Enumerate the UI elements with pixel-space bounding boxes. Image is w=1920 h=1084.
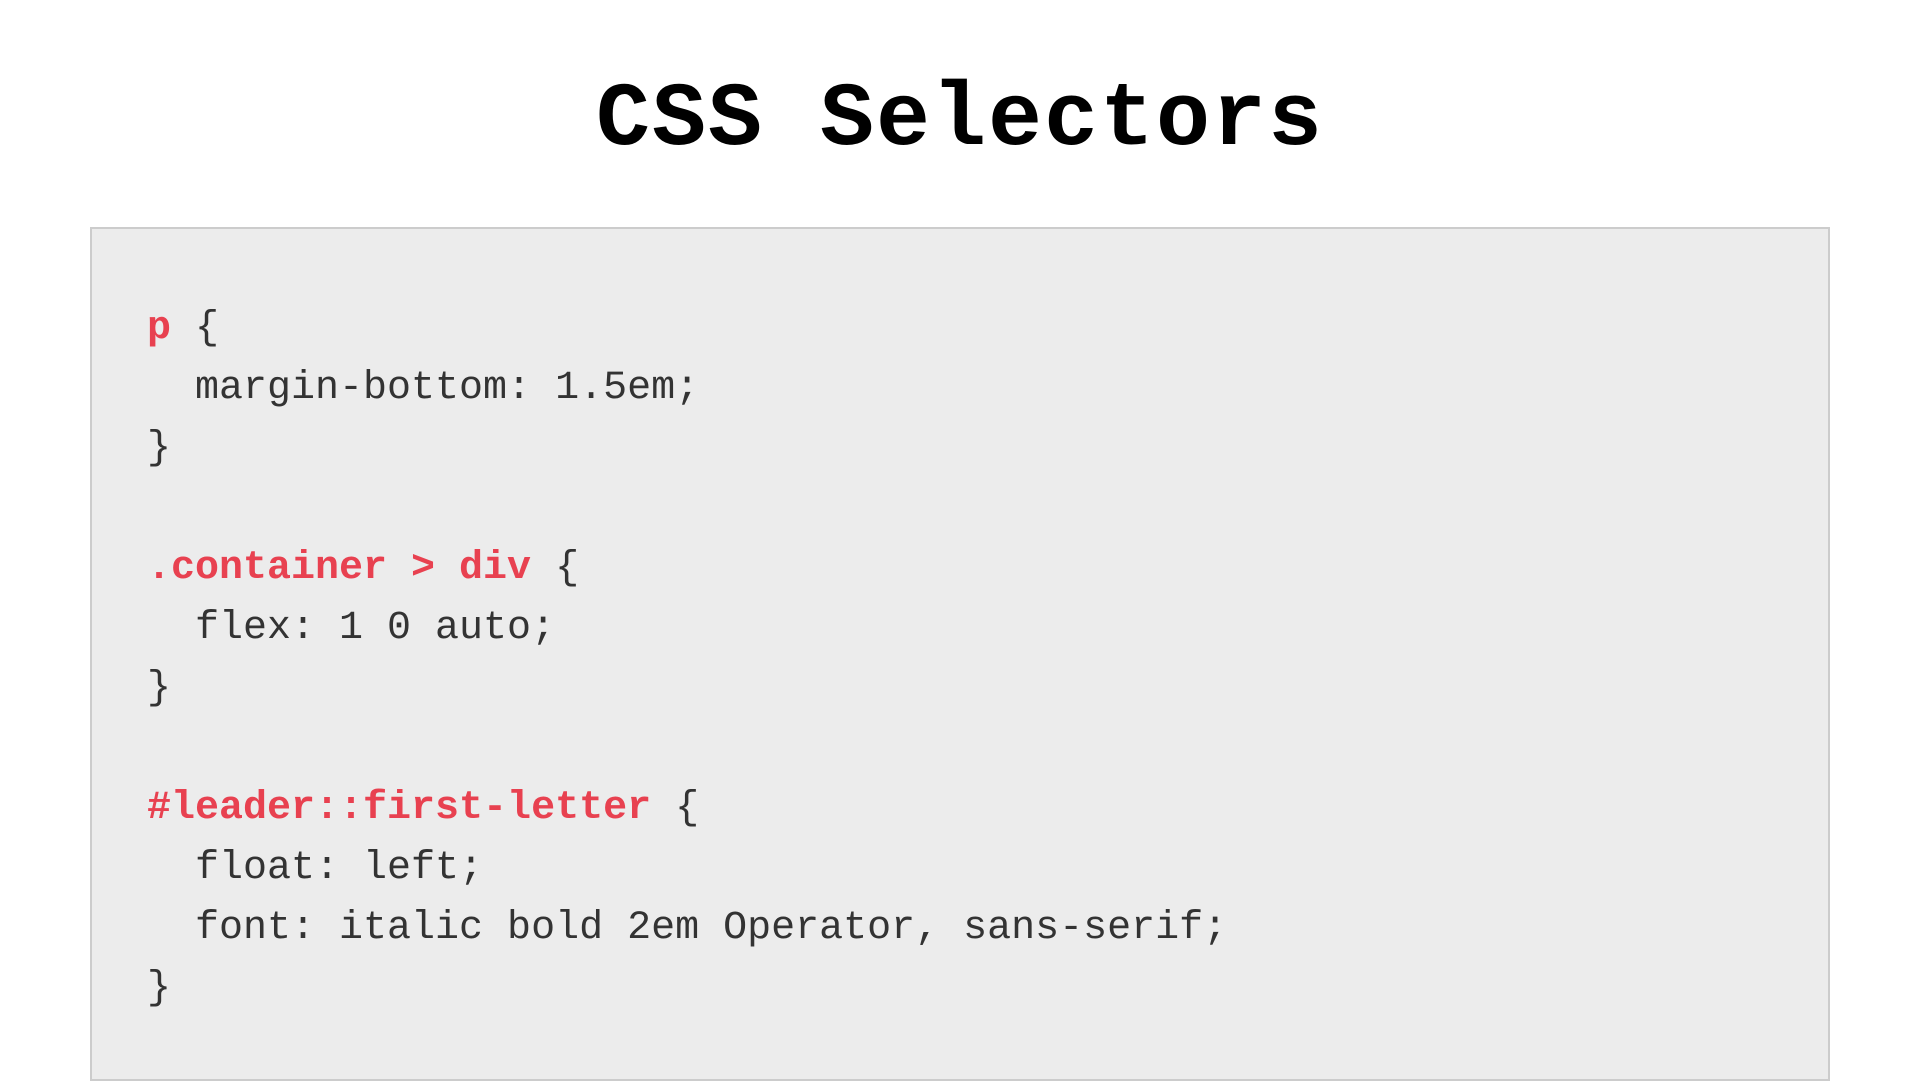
css-selector: #leader::first-letter	[147, 786, 651, 831]
css-declaration: font: italic bold 2em Operator, sans-ser…	[147, 899, 1773, 959]
brace-open: {	[171, 306, 219, 351]
brace-close: }	[147, 419, 1773, 479]
brace-open: {	[531, 546, 579, 591]
brace-open: {	[651, 786, 699, 831]
brace-close: }	[147, 659, 1773, 719]
code-line: p {	[147, 299, 1773, 359]
code-line: #leader::first-letter {	[147, 779, 1773, 839]
code-line: .container > div {	[147, 539, 1773, 599]
blank-line	[147, 479, 1773, 539]
css-selector: .container > div	[147, 546, 531, 591]
blank-line	[147, 719, 1773, 779]
brace-close: }	[147, 959, 1773, 1019]
css-declaration: margin-bottom: 1.5em;	[147, 359, 1773, 419]
css-declaration: flex: 1 0 auto;	[147, 599, 1773, 659]
css-declaration: float: left;	[147, 839, 1773, 899]
code-example-block: p { margin-bottom: 1.5em; } .container >…	[90, 227, 1830, 1081]
slide-title: CSS Selectors	[596, 70, 1324, 172]
css-selector: p	[147, 306, 171, 351]
